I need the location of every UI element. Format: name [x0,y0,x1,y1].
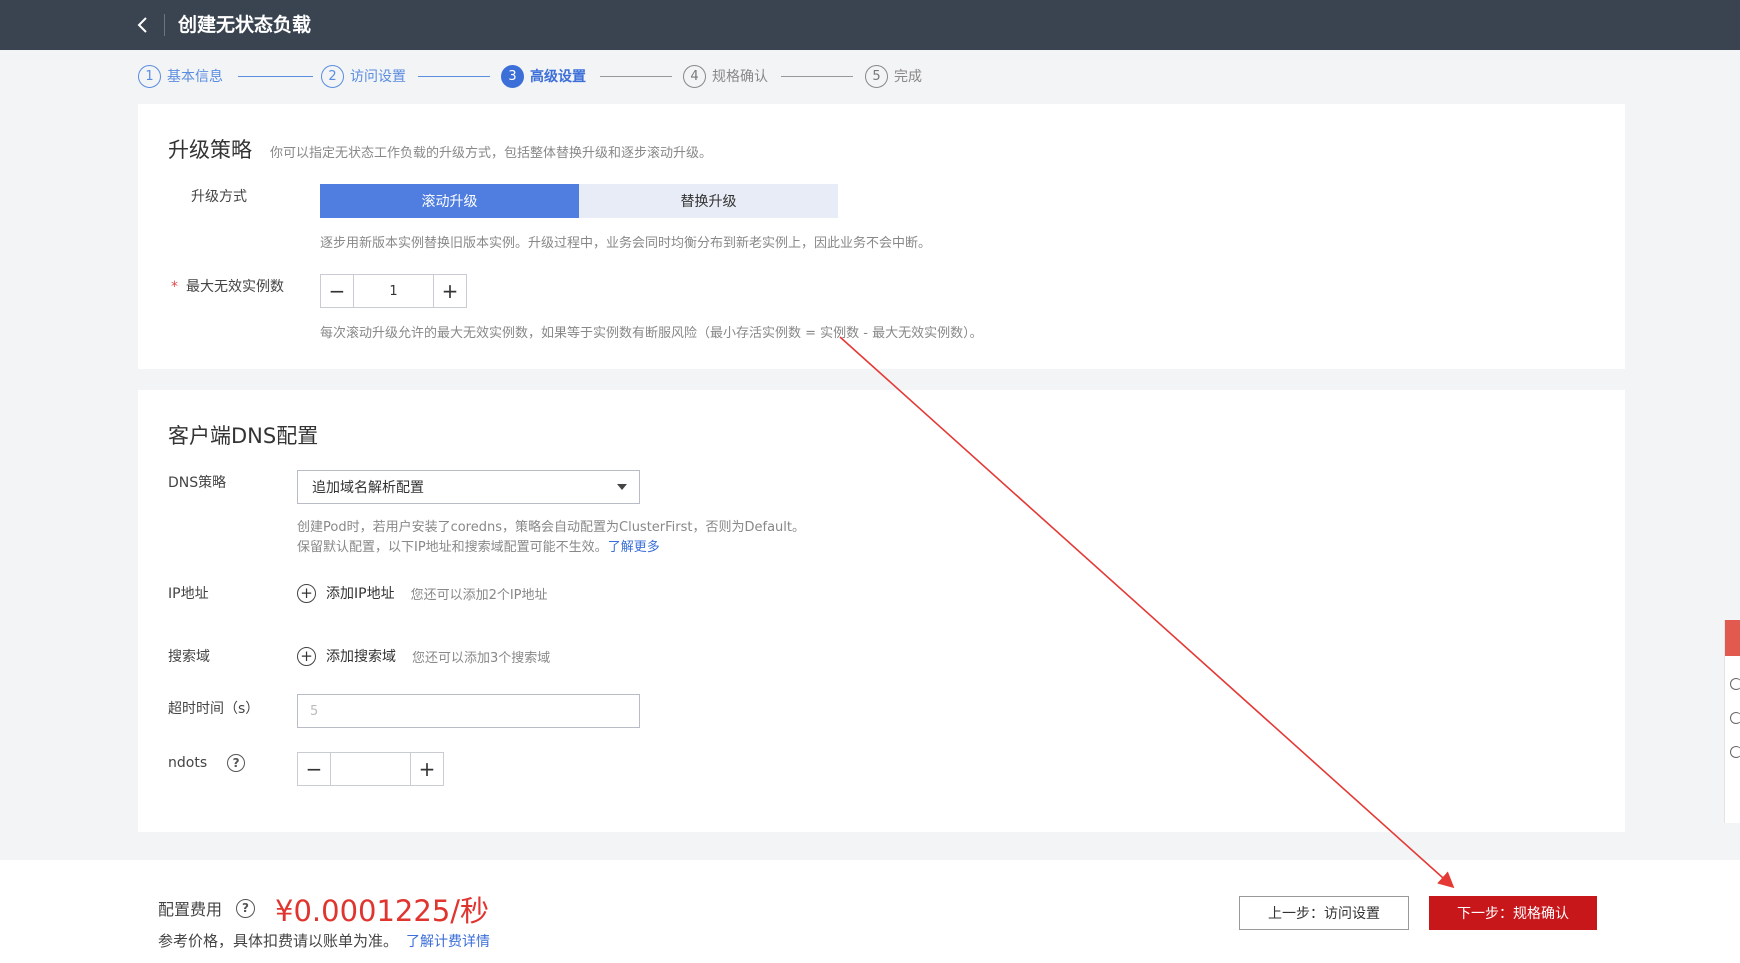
upgrade-mode-toggle: 滚动升级 替换升级 [320,184,838,218]
dns-policy-hint-2: 保留默认配置，以下IP地址和搜索域配置可能不生效。了解更多 [297,540,660,555]
step-access-settings[interactable]: 2 访问设置 [321,64,406,88]
step-connector [600,76,672,77]
info-icon[interactable] [1730,746,1740,758]
caret-down-icon [617,484,627,490]
decrement-button[interactable]: − [298,753,330,785]
ip-remaining-hint: 您还可以添加2个IP地址 [410,587,548,603]
divider [164,14,165,36]
replace-upgrade-option[interactable]: 替换升级 [579,184,838,218]
ndots-label: ndots [168,755,208,771]
section-title: 升级策略 [168,138,252,162]
add-search-domain-button[interactable]: + 添加搜索域 您还可以添加3个搜索域 [297,646,550,666]
top-bar: 创建无状态负载 [0,0,1740,50]
add-ip-address-button[interactable]: + 添加IP地址 您还可以添加2个IP地址 [297,583,548,603]
floating-toolbar[interactable] [1724,620,1740,823]
upgrade-mode-hint: 逐步用新版本实例替换旧版本实例。升级过程中，业务会同时均衡分布到新老实例上，因此… [320,236,932,251]
step-number: 1 [138,64,161,88]
max-unavailable-hint: 每次滚动升级允许的最大无效实例数，如果等于实例数有断服风险（最小存活实例数 = … [320,326,983,341]
step-number: 4 [683,64,706,88]
decrement-button[interactable]: − [321,275,353,307]
step-label: 完成 [894,69,922,85]
help-icon[interactable]: ? [227,754,246,772]
upgrade-mode-label: 升级方式 [191,189,247,205]
billing-details-link[interactable]: 了解计费详情 [406,934,490,950]
step-connector [781,76,853,77]
help-icon[interactable]: ? [236,898,256,918]
step-label: 规格确认 [712,69,768,85]
search-remaining-hint: 您还可以添加3个搜索域 [412,650,551,666]
help-icon[interactable] [1730,678,1740,690]
dns-config-card: 客户端DNS配置 DNS策略 追加域名解析配置 创建Pod时，若用户安装了cor… [138,390,1625,832]
increment-button[interactable]: + [434,275,466,307]
timeout-input[interactable]: 5 [297,694,640,728]
increment-button[interactable]: + [411,753,443,785]
timeout-label: 超时时间（s） [168,701,260,717]
cost-value: ¥0.0001225/秒 [275,894,490,928]
next-step-button[interactable]: 下一步：规格确认 [1429,896,1597,930]
ndots-label-row: ndots ? [168,754,246,772]
step-connector [238,76,313,77]
plus-circle-icon: + [297,583,316,603]
max-unavailable-stepper: − 1 + [320,274,467,308]
required-marker: * [171,279,178,295]
cost-label: 配置费用 [158,900,223,919]
previous-step-button[interactable]: 上一步：访问设置 [1239,896,1409,930]
section-title: 客户端DNS配置 [168,424,319,448]
feedback-icon[interactable] [1725,620,1740,656]
wizard-steps: 1 基本信息 2 访问设置 3 高级设置 4 规格确认 5 完成 [138,64,1038,88]
step-advanced-settings[interactable]: 3 高级设置 [501,64,586,88]
cost-label-row: 配置费用 ? [158,896,256,920]
step-label: 基本信息 [167,69,223,85]
dns-policy-select[interactable]: 追加域名解析配置 [297,470,640,504]
add-ip-label: 添加IP地址 [326,586,395,602]
cost-note: 参考价格，具体扣费请以账单为准。 了解计费详情 [158,932,491,950]
learn-more-link[interactable]: 了解更多 [608,540,660,555]
footer-bar: 配置费用 ? ¥0.0001225/秒 参考价格，具体扣费请以账单为准。 了解计费… [0,860,1740,963]
search-domain-label: 搜索域 [168,649,210,665]
max-unavailable-label: * 最大无效实例数 [171,279,284,295]
step-connector [418,76,490,77]
dns-policy-label: DNS策略 [168,475,227,491]
add-search-label: 添加搜索域 [326,649,396,665]
step-basic-info[interactable]: 1 基本信息 [138,64,223,88]
tool-icon[interactable] [1730,712,1740,724]
step-number: 3 [501,64,524,88]
dns-policy-hint: 创建Pod时，若用户安装了coredns，策略会自动配置为ClusterFirs… [297,520,806,535]
plus-circle-icon: + [297,646,316,666]
dns-policy-value: 追加域名解析配置 [312,480,424,496]
step-complete: 5 完成 [865,64,922,88]
step-label: 高级设置 [530,69,586,85]
section-description: 你可以指定无状态工作负载的升级方式，包括整体替换升级和逐步滚动升级。 [270,146,713,161]
step-number: 2 [321,64,344,88]
step-spec-confirm: 4 规格确认 [683,64,768,88]
step-label: 访问设置 [350,69,406,85]
max-unavailable-input[interactable]: 1 [353,275,434,307]
ndots-stepper: − + [297,752,444,786]
page-title: 创建无状态负载 [178,14,312,36]
ndots-input[interactable] [330,753,411,785]
step-number: 5 [865,64,888,88]
rolling-upgrade-option[interactable]: 滚动升级 [320,184,579,218]
upgrade-strategy-card: 升级策略 你可以指定无状态工作负载的升级方式，包括整体替换升级和逐步滚动升级。 … [138,104,1625,369]
chevron-left-icon[interactable] [136,12,156,38]
ip-address-label: IP地址 [168,586,209,602]
